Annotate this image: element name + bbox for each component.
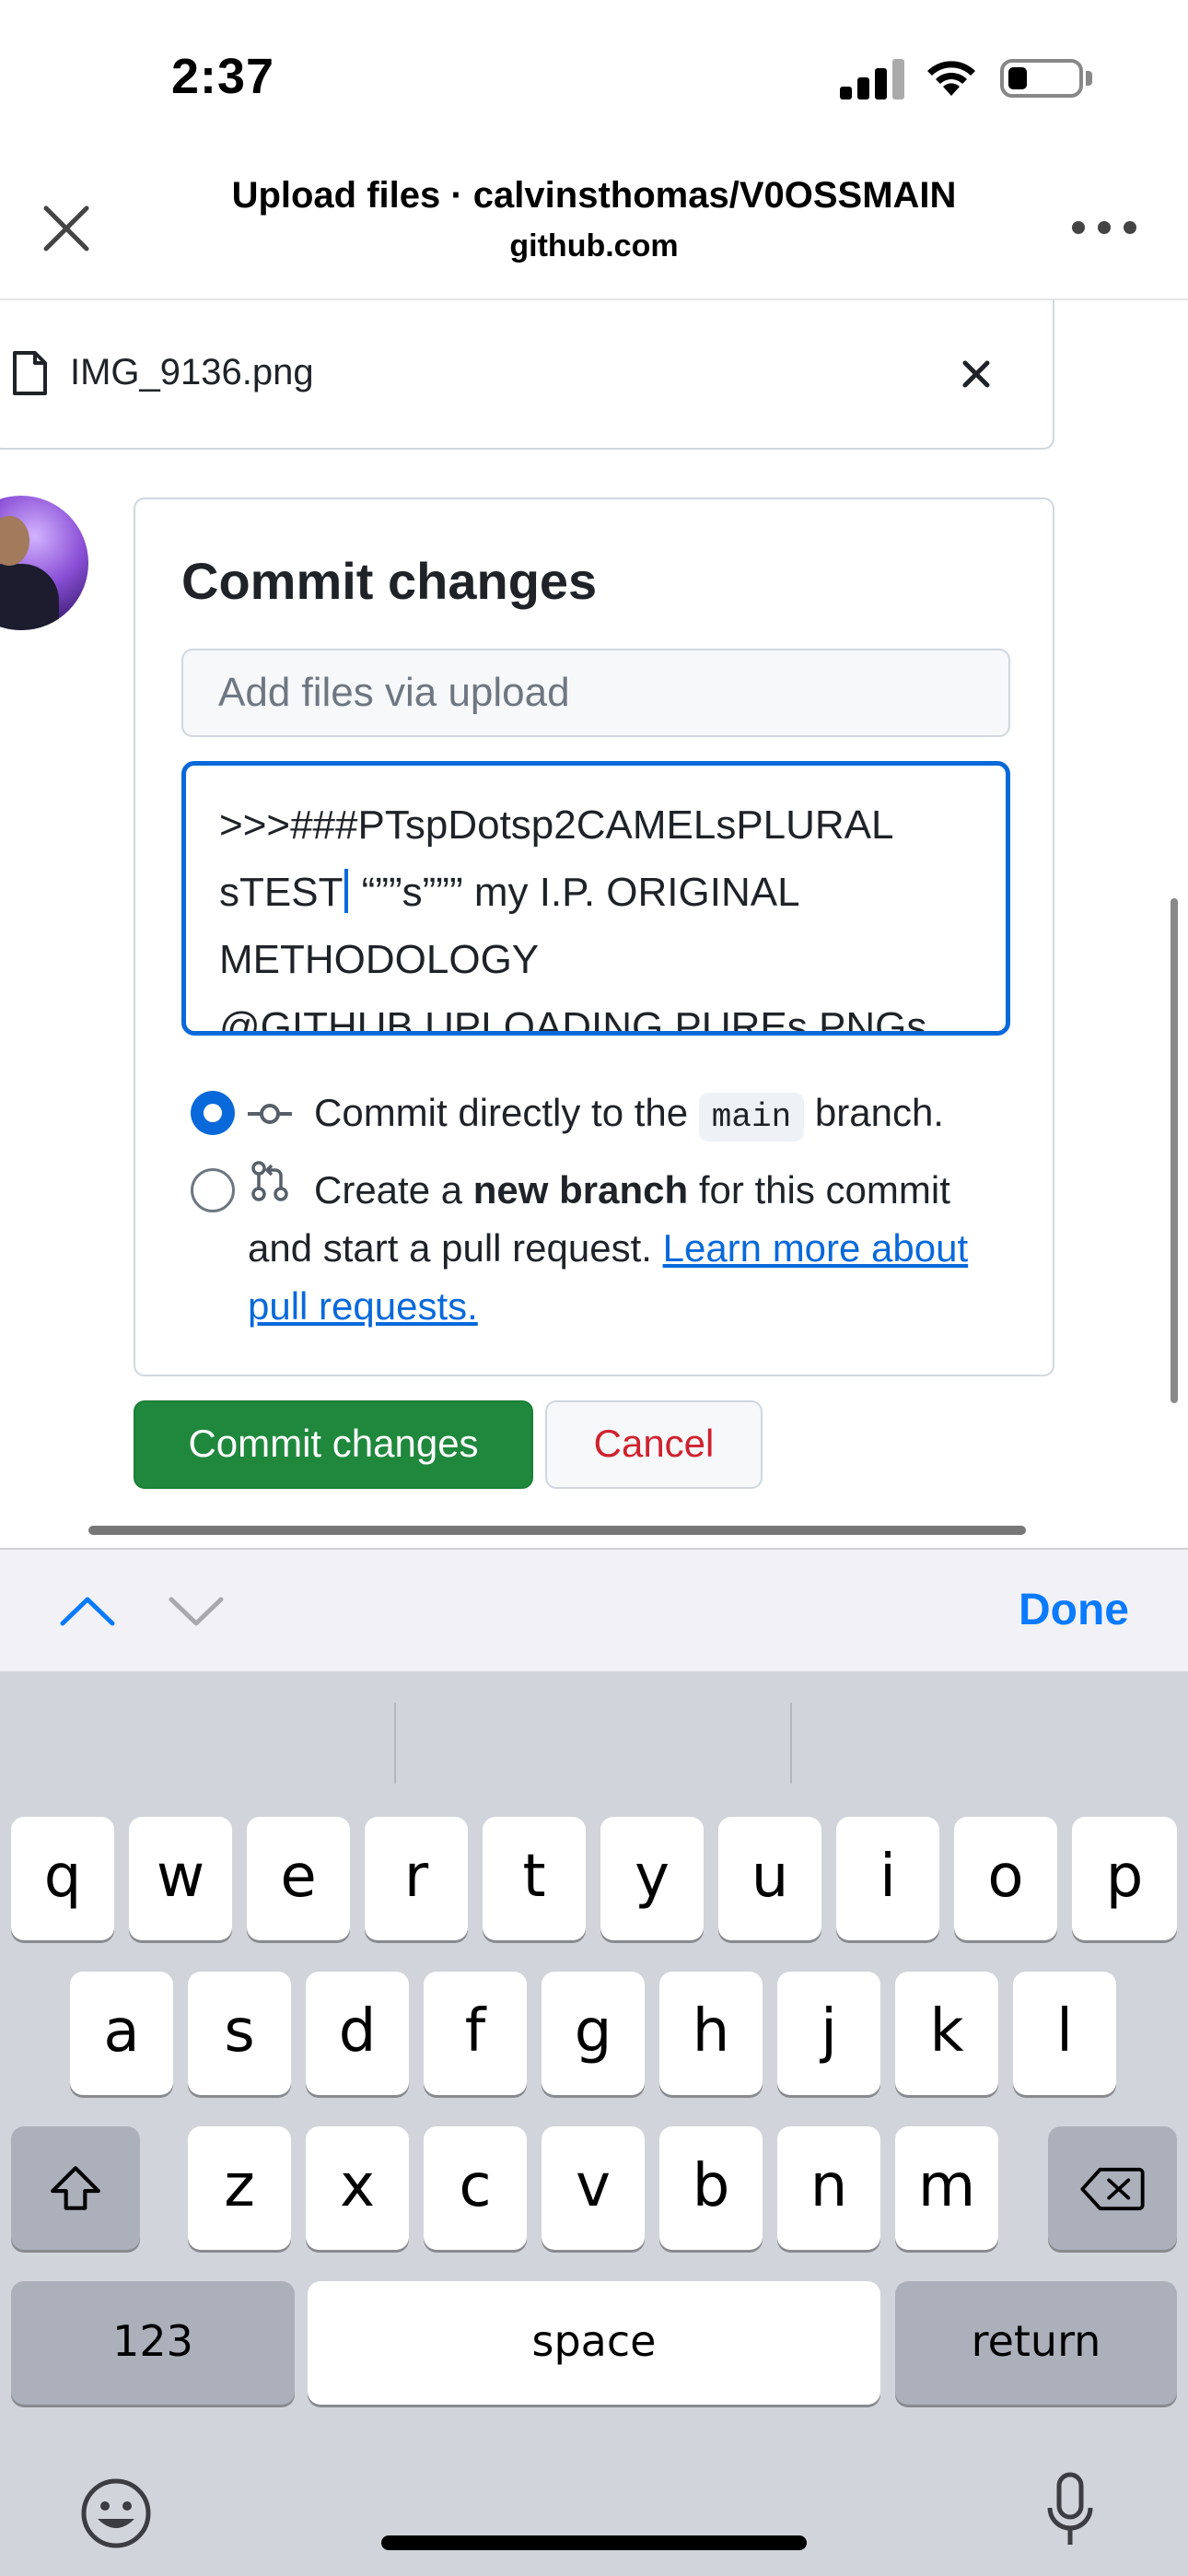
- branch-icon: [251, 1161, 288, 1201]
- commit-icon: [248, 1104, 292, 1124]
- commit-direct-radio[interactable]: [191, 1091, 235, 1135]
- done-button[interactable]: Done: [1019, 1585, 1129, 1635]
- new-branch-label-line2: and start a pull request. Learn more abo…: [248, 1226, 969, 1270]
- cellular-signal-icon: [840, 57, 904, 100]
- key-v[interactable]: v: [542, 2126, 645, 2250]
- keyboard: q w e r t y u i o p a s d f g h j k l z …: [0, 1671, 1188, 2576]
- pull-requests-link[interactable]: pull requests.: [248, 1284, 478, 1328]
- page-domain: github.com: [509, 228, 679, 263]
- key-o[interactable]: o: [954, 1817, 1057, 1940]
- backspace-key[interactable]: [1048, 2126, 1177, 2250]
- key-m[interactable]: m: [895, 2126, 998, 2250]
- commit-changes-button[interactable]: Commit changes: [134, 1400, 533, 1489]
- commit-changes-panel: Commit changes Add files via upload >>>#…: [134, 498, 1054, 1376]
- key-k[interactable]: k: [895, 1972, 998, 2095]
- chevron-down-icon[interactable]: [166, 1581, 227, 1642]
- more-icon[interactable]: [1072, 219, 1136, 238]
- chevron-up-icon[interactable]: [57, 1581, 118, 1642]
- new-branch-radio[interactable]: [191, 1168, 235, 1212]
- cancel-button[interactable]: Cancel: [545, 1400, 763, 1489]
- key-j[interactable]: j: [777, 1972, 880, 2095]
- new-branch-label: Create a new branch for this commit: [314, 1168, 950, 1212]
- wifi-icon: [927, 61, 975, 96]
- horizontal-scrollbar[interactable]: [88, 1526, 1026, 1535]
- key-q[interactable]: q: [11, 1817, 114, 1940]
- key-z[interactable]: z: [188, 2126, 291, 2250]
- commit-direct-label: Commit directly to the main branch.: [314, 1083, 944, 1146]
- file-icon: [13, 351, 47, 395]
- key-n[interactable]: n: [777, 2126, 880, 2250]
- keyboard-accessory-bar: Done: [0, 1548, 1188, 1671]
- key-c[interactable]: c: [424, 2126, 527, 2250]
- key-s[interactable]: s: [188, 1972, 291, 2095]
- numbers-key[interactable]: 123: [11, 2281, 295, 2405]
- microphone-icon[interactable]: [1042, 2471, 1098, 2554]
- description-line: @GITHUB UPLOADING PUREs PNGs: [219, 1004, 927, 1036]
- status-bar: 2:37: [0, 0, 1188, 157]
- key-r[interactable]: r: [365, 1817, 468, 1940]
- key-h[interactable]: h: [659, 1972, 763, 2095]
- backspace-icon: [1080, 2168, 1145, 2211]
- text-caret: [344, 869, 349, 913]
- shift-icon: [51, 2166, 100, 2211]
- home-indicator[interactable]: [381, 2535, 807, 2550]
- key-f[interactable]: f: [424, 1972, 527, 2095]
- status-time: 2:37: [171, 49, 275, 104]
- key-b[interactable]: b: [659, 2126, 763, 2250]
- browser-header: Upload files · calvinsthomas/V0OSSMAIN g…: [0, 157, 1188, 300]
- description-line: sTEST “””s””” my I.P. ORIGINAL: [219, 869, 800, 915]
- key-i[interactable]: i: [836, 1817, 939, 1940]
- key-d[interactable]: d: [306, 1972, 409, 2095]
- new-branch-label-line3: pull requests.: [248, 1277, 478, 1335]
- space-key[interactable]: space: [308, 2281, 880, 2405]
- page-title: Upload files · calvinsthomas/V0OSSMAIN: [231, 175, 957, 216]
- file-name: IMG_9136.png: [70, 352, 314, 392]
- learn-more-link[interactable]: Learn more about: [663, 1226, 969, 1270]
- key-p[interactable]: p: [1072, 1817, 1177, 1940]
- key-u[interactable]: u: [718, 1817, 821, 1940]
- uploaded-file-row: IMG_9136.png: [0, 300, 1054, 450]
- key-e[interactable]: e: [247, 1817, 350, 1940]
- commit-description-textarea[interactable]: >>>###PTspDotsp2CAMELsPLURAL sTEST “””s”…: [181, 761, 1010, 1036]
- key-a[interactable]: a: [70, 1972, 173, 2095]
- key-g[interactable]: g: [542, 1972, 645, 2095]
- description-line: METHODOLOGY: [219, 937, 540, 982]
- suggestion-divider: [790, 1703, 792, 1784]
- battery-icon: [1000, 59, 1083, 98]
- key-w[interactable]: w: [129, 1817, 232, 1940]
- commit-heading: Commit changes: [181, 552, 598, 610]
- key-y[interactable]: y: [600, 1817, 704, 1940]
- remove-file-icon[interactable]: [958, 356, 995, 392]
- description-line: >>>###PTspDotsp2CAMELsPLURAL: [219, 802, 894, 848]
- key-t[interactable]: t: [483, 1817, 586, 1940]
- suggestion-divider: [394, 1703, 396, 1784]
- key-x[interactable]: x: [306, 2126, 409, 2250]
- vertical-scrollbar[interactable]: [1171, 898, 1178, 1403]
- emoji-icon[interactable]: [79, 2476, 153, 2550]
- avatar: [0, 496, 88, 630]
- key-l[interactable]: l: [1013, 1972, 1116, 2095]
- branch-name: main: [698, 1093, 805, 1142]
- shift-key[interactable]: [11, 2126, 140, 2250]
- return-key[interactable]: return: [895, 2281, 1177, 2405]
- commit-summary-input[interactable]: Add files via upload: [181, 649, 1010, 737]
